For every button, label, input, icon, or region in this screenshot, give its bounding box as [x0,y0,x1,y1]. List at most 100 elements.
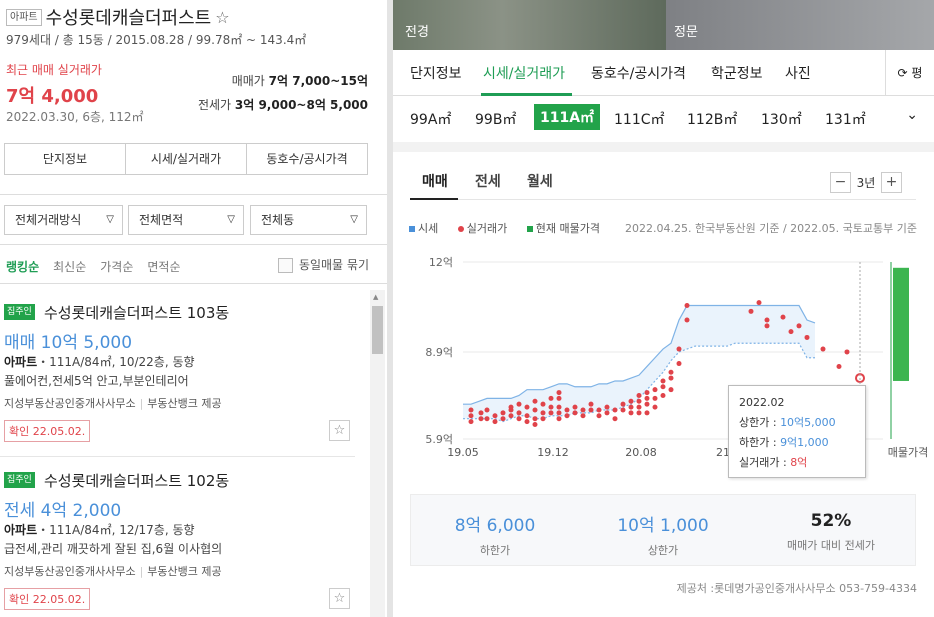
deal-point [564,407,570,413]
summary-ratio: 52% 매매가 대비 전세가 [747,511,915,553]
listing-type: 아파트 [4,523,38,537]
star-icon[interactable]: ☆ [329,588,350,609]
area-option[interactable]: 99B㎡ [475,109,516,129]
photo-label: 전경 [405,25,429,40]
chart-panel: 매매 전세 월세 −3년 + 시세 실거래가 현재 매물가격 2022.04.25… [393,152,934,617]
summary-value: 10억 1,000 [617,516,709,536]
tab-school[interactable]: 학군정보 [711,63,763,83]
deal-point [548,395,554,401]
summary-label: 매매가 대비 전세가 [787,539,875,552]
deal-point [540,416,546,422]
scrollbar-thumb[interactable] [372,306,383,354]
photo-gate[interactable]: 정문 [666,0,934,50]
tab-price[interactable]: 시세/실거래가 [483,63,565,83]
summary-value: 8억 6,000 [454,516,536,536]
x-tick-label: 19.05 [447,446,479,459]
sale-price-range: 매매가 7억 7,000~15억 [232,72,368,89]
deal-point [532,407,538,413]
area-option[interactable]: 99A㎡ [410,109,451,129]
agent-name: 지성부동산공인중개사사무소 [4,565,136,578]
price-summary: 8억 6,000 하한가 10억 1,000 상한가 52% 매매가 대비 전세가 [410,494,916,566]
deal-point [644,390,650,396]
deal-point [492,419,498,425]
deal-point [764,323,770,329]
unit-button[interactable]: 동호수/공시가격 [247,144,367,174]
area-option[interactable]: 111C㎡ [614,109,665,129]
tab-unit[interactable]: 동호수/공시가격 [591,63,686,83]
jeonse-range: 3억 9,000~8억 5,000 [234,98,368,112]
deal-point [660,378,666,384]
detail-tabs: 단지정보 시세/실거래가 동호수/공시가격 학군정보 사진 ⟳ 평 [393,50,934,96]
unit-toggle-button[interactable]: ⟳ 평 [885,50,934,96]
price-button[interactable]: 시세/실거래가 [126,144,247,174]
deal-point [556,390,562,396]
y-tick-label: 8.9억 [425,346,453,359]
sort-area[interactable]: 면적순 [147,260,180,274]
deal-point [604,404,610,410]
deal-point [604,410,610,416]
list-scrollbar[interactable]: ▲ [370,290,385,617]
recent-deal-price: 7억 4,000 [6,86,99,107]
deal-point [580,413,586,419]
deal-point [748,308,754,314]
right-panel: 전경 정문 단지정보 시세/실거래가 동호수/공시가격 학군정보 사진 ⟳ 평 … [393,0,934,617]
scroll-up-icon[interactable]: ▲ [373,293,378,301]
sort-latest[interactable]: 최신순 [53,260,86,274]
recent-deal-date: 2022.03.30, 6층, 112㎡ [6,110,144,124]
area-dropdown[interactable]: 전체면적 ▽ [128,205,244,235]
deal-point [580,407,586,413]
star-icon[interactable]: ☆ [329,420,350,441]
favorite-star-icon[interactable]: ☆ [215,8,229,27]
area-option-active[interactable]: 111A㎡ [534,104,601,130]
deal-point [556,416,562,422]
deal-point [524,413,530,419]
sort-options: 랭킹순 최신순 가격순 면적순 [6,258,195,275]
unit-toggle-label: 평 [911,66,923,80]
recent-deal-label: 최근 매매 실거래가 [6,63,102,77]
area-option[interactable]: 131㎡ [825,109,866,129]
divider [0,456,355,457]
deal-point [564,413,570,419]
listing-item[interactable]: 집주인 수성롯데캐슬더퍼스트 102동 전세 4억 2,000 아파트・111A… [0,458,370,617]
complex-info-button[interactable]: 단지정보 [5,144,126,174]
group-same-listings[interactable]: 동일매물 묶기 [277,256,369,273]
deal-point [660,392,666,398]
deal-type-dropdown[interactable]: 전체거래방식 ▽ [4,205,123,235]
area-option[interactable]: 112B㎡ [687,109,737,129]
jeonse-label: 전세가 [197,98,232,112]
deal-point [676,346,682,352]
sort-price[interactable]: 가격순 [100,260,133,274]
deal-point [788,329,794,335]
deal-point [668,387,674,393]
deal-point [652,387,658,393]
area-option[interactable]: 130㎡ [761,109,802,129]
deal-point [524,419,530,425]
deal-point [524,404,530,410]
deal-point [500,416,506,422]
group-checkbox[interactable] [277,258,293,273]
deal-point [556,395,562,401]
deal-point [804,334,810,340]
supplier-note: 제공처 :롯데명가공인중개사사무소 053-759-4334 [676,582,917,595]
building-dropdown[interactable]: 전체동 ▽ [250,205,367,235]
chevron-down-icon: ▽ [106,214,114,225]
chevron-down-icon[interactable]: ⌄ [906,107,918,123]
listing-range-bar [893,267,909,381]
tab-complex-info[interactable]: 단지정보 [410,63,462,83]
deal-point [612,407,618,413]
deal-point [540,401,546,407]
deal-point [468,413,474,419]
jeonse-price-range: 전세가 3억 9,000~8억 5,000 [198,96,368,113]
tab-photos[interactable]: 사진 [785,63,811,83]
summary-low: 8억 6,000 하한가 [411,511,579,558]
sort-ranking[interactable]: 랭킹순 [6,260,39,274]
listing-item[interactable]: 집주인 수성롯데캐슬더퍼스트 103동 매매 10억 5,000 아파트・111… [0,290,370,450]
deal-point [644,395,650,401]
photo-overview[interactable]: 전경 [393,0,666,50]
deal-point [556,410,562,416]
photo-label: 정문 [674,25,698,40]
listing-features: 풀에어컨,전세5억 안고,부분인테리어 [4,374,189,388]
confirmed-badge: 확인 22.05.02. [4,588,91,610]
area-selector: 99A㎡ 99B㎡ 111A㎡ 111C㎡ 112B㎡ 130㎡ 131㎡ ⌄ [393,96,934,142]
deal-point [596,413,602,419]
